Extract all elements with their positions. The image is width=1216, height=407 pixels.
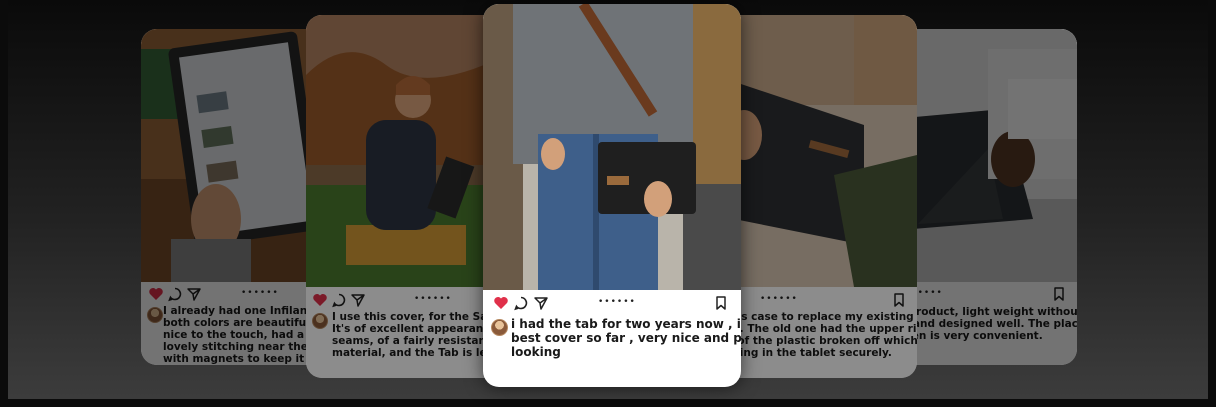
heart-icon[interactable] bbox=[312, 292, 328, 308]
review-card-5[interactable]: •••••• ty product, light weight without … bbox=[893, 29, 1077, 365]
review-text: I use this cover, for the Samsung It's o… bbox=[332, 311, 506, 359]
avatar bbox=[491, 319, 508, 336]
comment-icon[interactable] bbox=[331, 292, 347, 308]
action-bar: •••••• bbox=[141, 286, 331, 302]
review-card-4[interactable]: •••••• d this case to replace my existin… bbox=[714, 15, 917, 378]
review-photo bbox=[893, 29, 1077, 282]
bookmark-icon[interactable] bbox=[891, 292, 907, 308]
carousel-dots: •••••• bbox=[414, 294, 452, 304]
carousel-dots: •••••• bbox=[598, 297, 636, 307]
heart-icon[interactable] bbox=[148, 286, 164, 302]
carousel-dots: •••••• bbox=[241, 288, 279, 298]
review-carousel: •••••• I already had one Infiland case i… bbox=[8, 0, 1208, 399]
action-bar: •••••• bbox=[306, 292, 506, 308]
bookmark-icon[interactable] bbox=[713, 295, 729, 311]
carousel-dots: •••••• bbox=[760, 294, 798, 304]
avatar bbox=[147, 307, 163, 323]
review-card-1[interactable]: •••••• I already had one Infiland case i… bbox=[141, 29, 331, 365]
comment-icon[interactable] bbox=[513, 295, 529, 311]
review-photo bbox=[306, 15, 506, 287]
share-icon[interactable] bbox=[533, 295, 549, 311]
review-photo bbox=[483, 4, 741, 290]
review-photo bbox=[141, 29, 331, 282]
comment-icon[interactable] bbox=[167, 286, 183, 302]
review-text: i had the tab for two years now , its th… bbox=[511, 317, 741, 359]
share-icon[interactable] bbox=[350, 292, 366, 308]
avatar bbox=[312, 313, 328, 329]
action-bar: •••••• bbox=[893, 286, 1077, 302]
review-photo bbox=[714, 15, 917, 287]
action-bar: •••••• bbox=[483, 295, 741, 311]
review-card-2[interactable]: •••••• I use this cover, for the Samsung… bbox=[306, 15, 506, 378]
review-text: d this case to replace my existing one l… bbox=[714, 311, 917, 359]
action-bar: •••••• bbox=[714, 292, 917, 308]
review-card-3[interactable]: •••••• i had the tab for two years now ,… bbox=[483, 4, 741, 387]
review-text: ty product, light weight without sy, and… bbox=[893, 306, 1077, 342]
heart-icon[interactable] bbox=[493, 295, 509, 311]
share-icon[interactable] bbox=[186, 286, 202, 302]
bookmark-icon[interactable] bbox=[1051, 286, 1067, 302]
